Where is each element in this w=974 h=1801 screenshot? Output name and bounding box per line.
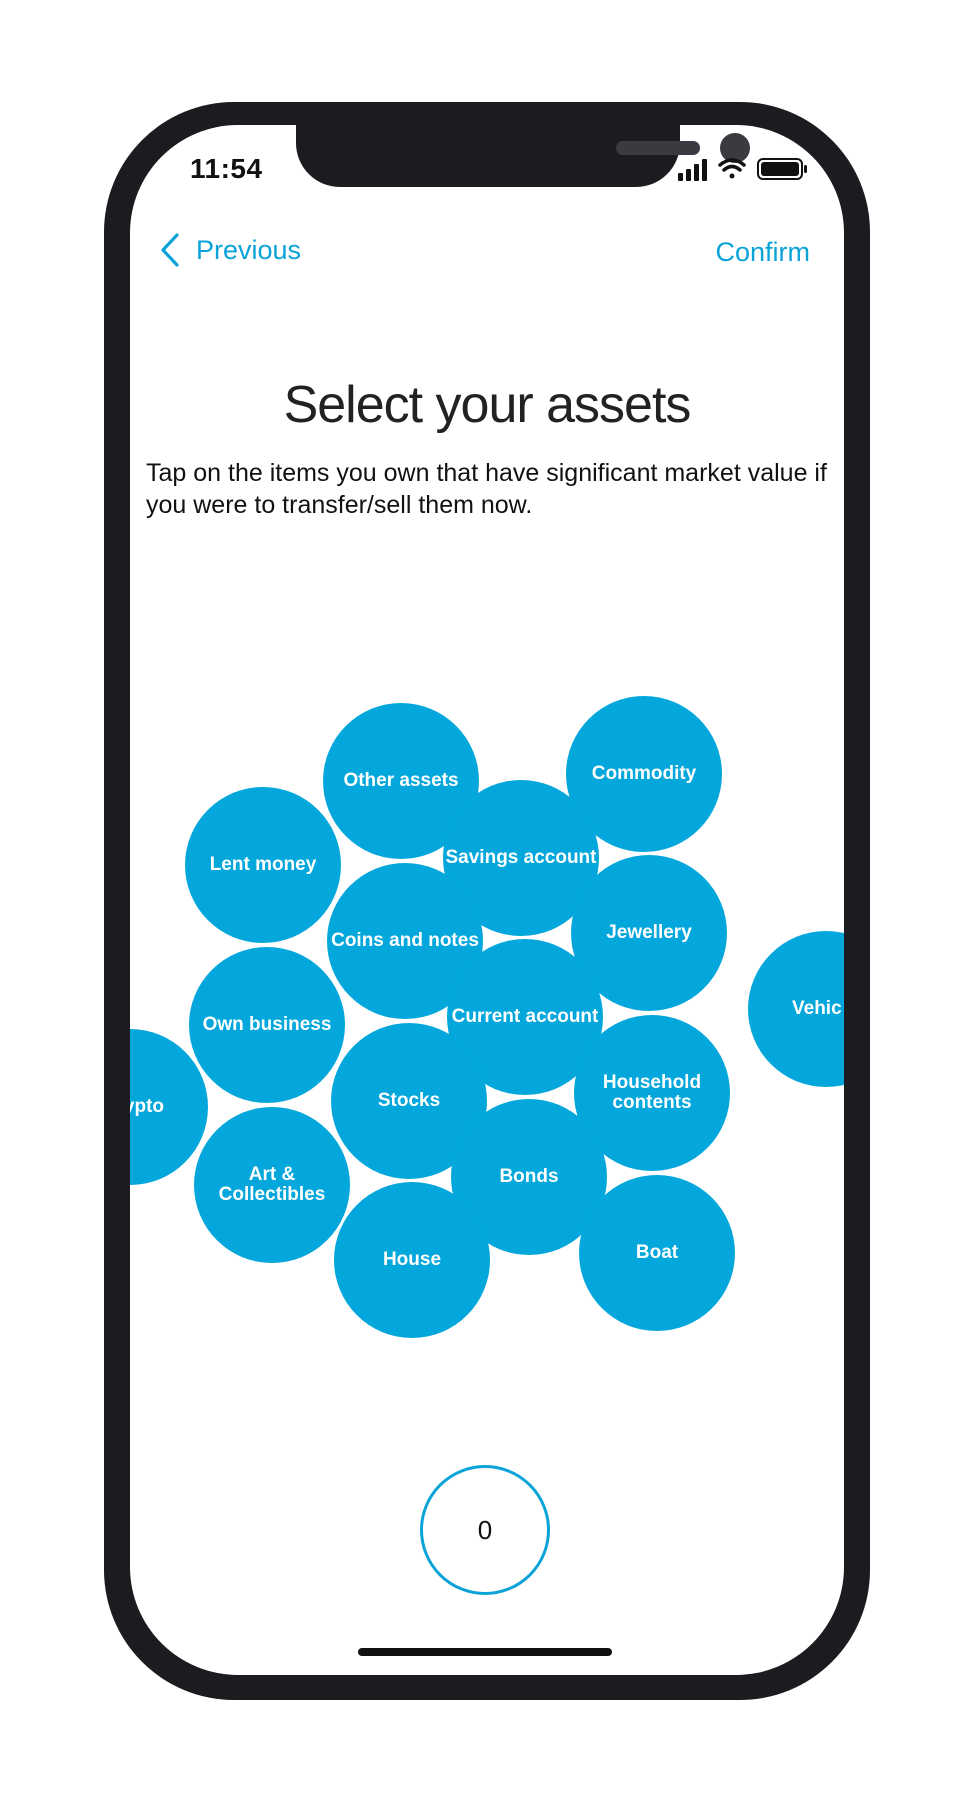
previous-label: Previous [196,234,302,265]
chevron-left-icon [161,233,179,267]
confirm-label: Confirm [715,237,810,267]
page-title: Select your assets [283,376,692,434]
home-indicator[interactable] [358,1648,612,1656]
app-screen: 11:54 Previous Confirm Select your asset… [130,125,844,1675]
asset-bubble-own-business[interactable]: Own business [189,947,345,1103]
notch [296,125,750,187]
status-icons [678,158,807,181]
speaker [616,141,700,155]
asset-bubble-vehicle[interactable]: Vehic [748,931,844,1087]
status-time: 11:54 [190,153,263,184]
page-subtitle: Tap on the items you own that have signi… [146,459,827,519]
asset-bubble-house[interactable]: House [334,1182,490,1338]
confirm-button[interactable]: Confirm [715,237,810,268]
asset-bubble-boat[interactable]: Boat [579,1175,735,1331]
asset-bubble-lent-money[interactable]: Lent money [185,787,341,943]
wifi-icon [718,158,746,179]
signal-icon [678,159,707,181]
selected-count: 0 [420,1465,550,1595]
previous-button[interactable]: Previous [160,233,301,267]
battery-icon [757,158,807,180]
asset-bubble-art-collectibles[interactable]: Art & Collectibles [194,1107,350,1263]
